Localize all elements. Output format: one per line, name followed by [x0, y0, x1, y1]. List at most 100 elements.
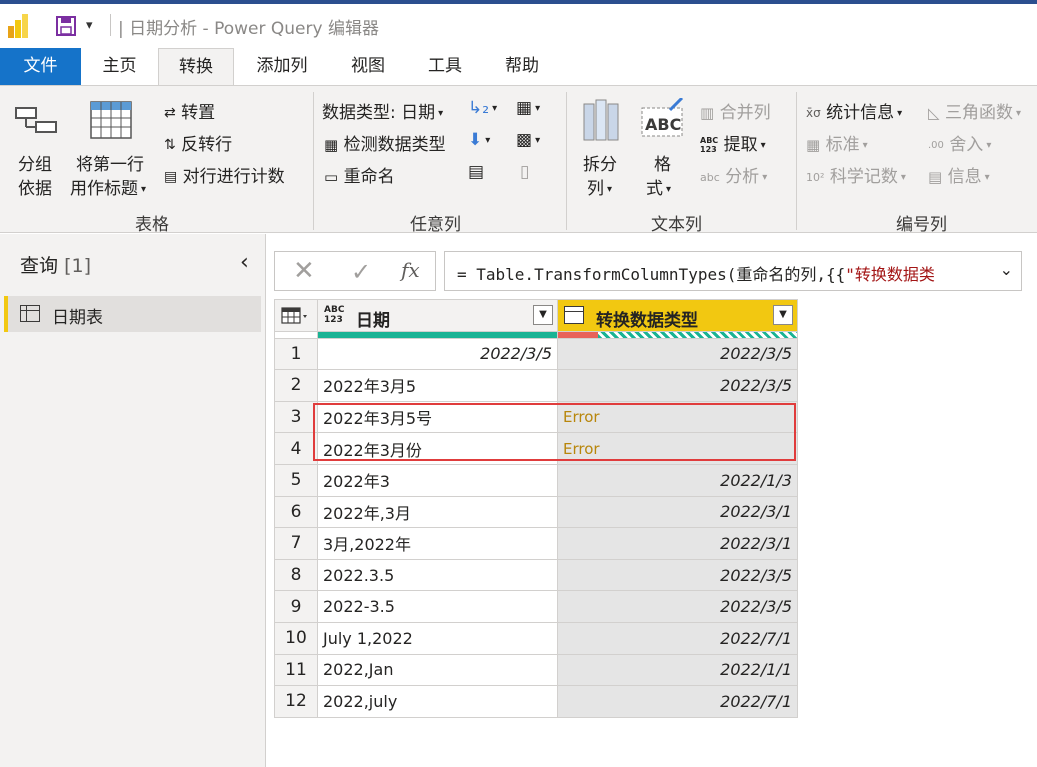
tab-help[interactable]: 帮助	[484, 48, 560, 85]
reverse-rows-button[interactable]: ⇅ 反转行	[164, 130, 232, 155]
cell-converted-date[interactable]: 2022/1/3	[557, 463, 798, 497]
cell-error[interactable]: Error	[557, 432, 798, 465]
tab-view[interactable]: 视图	[330, 48, 406, 85]
column-header-date[interactable]: ABC 123 日期 ▼	[317, 299, 558, 332]
chevron-down-icon: ▾	[141, 183, 147, 195]
rename-button[interactable]: ▭ 重命名	[324, 162, 395, 187]
tab-transform[interactable]: 转换	[158, 48, 234, 86]
cell-date[interactable]: 3月,2022年	[317, 527, 558, 560]
row-number[interactable]: 4	[274, 432, 318, 465]
query-item[interactable]: 日期表	[4, 296, 261, 332]
column-filter-dropdown-icon[interactable]: ▼	[533, 305, 553, 325]
row-number[interactable]: 10	[274, 621, 318, 655]
chevron-down-icon: ▾	[762, 171, 768, 183]
cell-converted-date[interactable]: 2022/3/5	[557, 369, 798, 402]
row-number[interactable]: 7	[274, 527, 318, 560]
cell-date[interactable]: 2022-3.5	[317, 590, 558, 623]
parse-icon: abc	[700, 170, 720, 184]
row-number[interactable]: 12	[274, 685, 318, 718]
fill-button[interactable]: ⬇ ▾	[468, 130, 490, 150]
column-filter-dropdown-icon[interactable]: ▼	[773, 305, 793, 325]
count-rows-button[interactable]: ▤ 对行进行计数	[164, 162, 285, 187]
parse-button[interactable]: abc 分析 ▾	[700, 162, 767, 187]
row-number[interactable]: 1	[274, 337, 318, 371]
cell-date[interactable]: 2022/3/5	[317, 337, 558, 371]
queries-pane: 查询 [1] ‹ 日期表	[0, 234, 266, 767]
information-button[interactable]: ▤ 信息 ▾	[928, 162, 990, 187]
table-header-icon	[90, 101, 132, 139]
table-menu-icon	[281, 307, 307, 324]
unpivot-columns-button[interactable]: ▦ ▾	[516, 98, 540, 118]
cell-date[interactable]: 2022年3月5号	[317, 400, 558, 434]
tab-add-column[interactable]: 添加列	[234, 48, 330, 85]
cell-date[interactable]: 2022,july	[317, 685, 558, 718]
group-separator	[313, 92, 314, 230]
cell-date[interactable]: 2022年3月5	[317, 369, 558, 402]
quality-bar-errors	[557, 330, 798, 339]
use-first-row-button[interactable]	[90, 100, 132, 140]
cell-converted-date[interactable]: 2022/3/5	[557, 590, 798, 623]
cell-date[interactable]: 2022年3月份	[317, 432, 558, 465]
statistics-button[interactable]: x̄σ 统计信息 ▾	[806, 98, 902, 123]
row-number[interactable]: 8	[274, 558, 318, 592]
cell-converted-date[interactable]: 2022/3/1	[557, 495, 798, 529]
row-number[interactable]: 3	[274, 400, 318, 434]
expand-formula-chevron-icon[interactable]: ⌄	[1000, 260, 1013, 279]
row-number[interactable]: 6	[274, 495, 318, 529]
convert-to-list-button[interactable]: ▯	[520, 162, 529, 182]
format-button[interactable]: ABC	[640, 98, 686, 138]
tab-file[interactable]: 文件	[0, 48, 81, 85]
replace-values-button[interactable]: ↳₂ ▾	[468, 98, 497, 118]
column-header-converted-type[interactable]: 转换数据类型 ▼	[557, 299, 798, 332]
split-column-button[interactable]	[580, 98, 622, 142]
cell-error[interactable]: Error	[557, 400, 798, 434]
quick-access-dropdown-icon[interactable]: ▾	[86, 18, 93, 33]
tab-home[interactable]: 主页	[81, 48, 158, 85]
cell-converted-date[interactable]: 2022/7/1	[557, 621, 798, 655]
calendar-type-icon[interactable]	[564, 306, 584, 324]
collapse-pane-icon[interactable]: ‹	[240, 250, 249, 275]
cell-converted-date[interactable]: 2022/3/5	[557, 337, 798, 371]
cell-date[interactable]: 2022年3	[317, 463, 558, 497]
transpose-button[interactable]: ⇄ 转置	[164, 98, 215, 123]
table-row: 1 2022/3/5 2022/3/5	[274, 337, 798, 371]
save-icon[interactable]	[56, 16, 76, 36]
group-by-button[interactable]	[14, 104, 58, 144]
cell-converted-date[interactable]: 2022/7/1	[557, 685, 798, 718]
row-number[interactable]: 11	[274, 653, 318, 687]
rename-icon: ▭	[324, 168, 339, 186]
tab-tools[interactable]: 工具	[406, 48, 484, 85]
rounding-button[interactable]: .00 舍入 ▾	[928, 130, 991, 155]
cell-date[interactable]: July 1,2022	[317, 621, 558, 655]
cell-date[interactable]: 2022.3.5	[317, 558, 558, 592]
move-button[interactable]: ▩ ▾	[516, 130, 540, 150]
extract-button[interactable]: ABC 123 提取 ▾	[700, 130, 766, 155]
row-number[interactable]: 5	[274, 463, 318, 497]
fx-icon[interactable]: fx	[401, 258, 420, 282]
commit-check-icon[interactable]: ✓	[351, 258, 371, 286]
trigonometry-button[interactable]: ◺ 三角函数 ▾	[928, 98, 1021, 123]
merge-columns-icon: ▥	[700, 104, 715, 122]
cell-converted-date[interactable]: 2022/1/1	[557, 653, 798, 687]
cancel-icon[interactable]: ✕	[293, 256, 315, 286]
merge-columns-button[interactable]: ▥ 合并列	[700, 98, 771, 123]
data-type-dropdown[interactable]: 数据类型: 日期 ▾	[322, 98, 443, 123]
cell-converted-date[interactable]: 2022/3/5	[557, 558, 798, 592]
scientific-button[interactable]: 10² 科学记数 ▾	[806, 162, 906, 187]
cell-date[interactable]: 2022,Jan	[317, 653, 558, 687]
pivot-column-button[interactable]: ▤	[468, 162, 484, 182]
information-icon: ▤	[928, 168, 943, 186]
abc-123-type-icon[interactable]: ABC 123	[324, 305, 344, 325]
standard-icon: ▦	[806, 136, 821, 154]
row-number[interactable]: 9	[274, 590, 318, 623]
standard-button[interactable]: ▦ 标准 ▾	[806, 130, 868, 155]
count-rows-icon: ▤	[164, 169, 178, 185]
table-menu-corner[interactable]	[274, 299, 318, 332]
replace-values-icon: ↳₂	[468, 98, 490, 118]
row-number[interactable]: 2	[274, 369, 318, 402]
cell-converted-date[interactable]: 2022/3/1	[557, 527, 798, 560]
cell-date[interactable]: 2022年,3月	[317, 495, 558, 529]
formula-bar[interactable]: = Table.TransformColumnTypes(重命名的列,{{"转换…	[444, 251, 1022, 291]
detect-data-type-button[interactable]: ▦ 检测数据类型	[324, 130, 446, 155]
move-column-icon: ▩	[516, 130, 533, 150]
